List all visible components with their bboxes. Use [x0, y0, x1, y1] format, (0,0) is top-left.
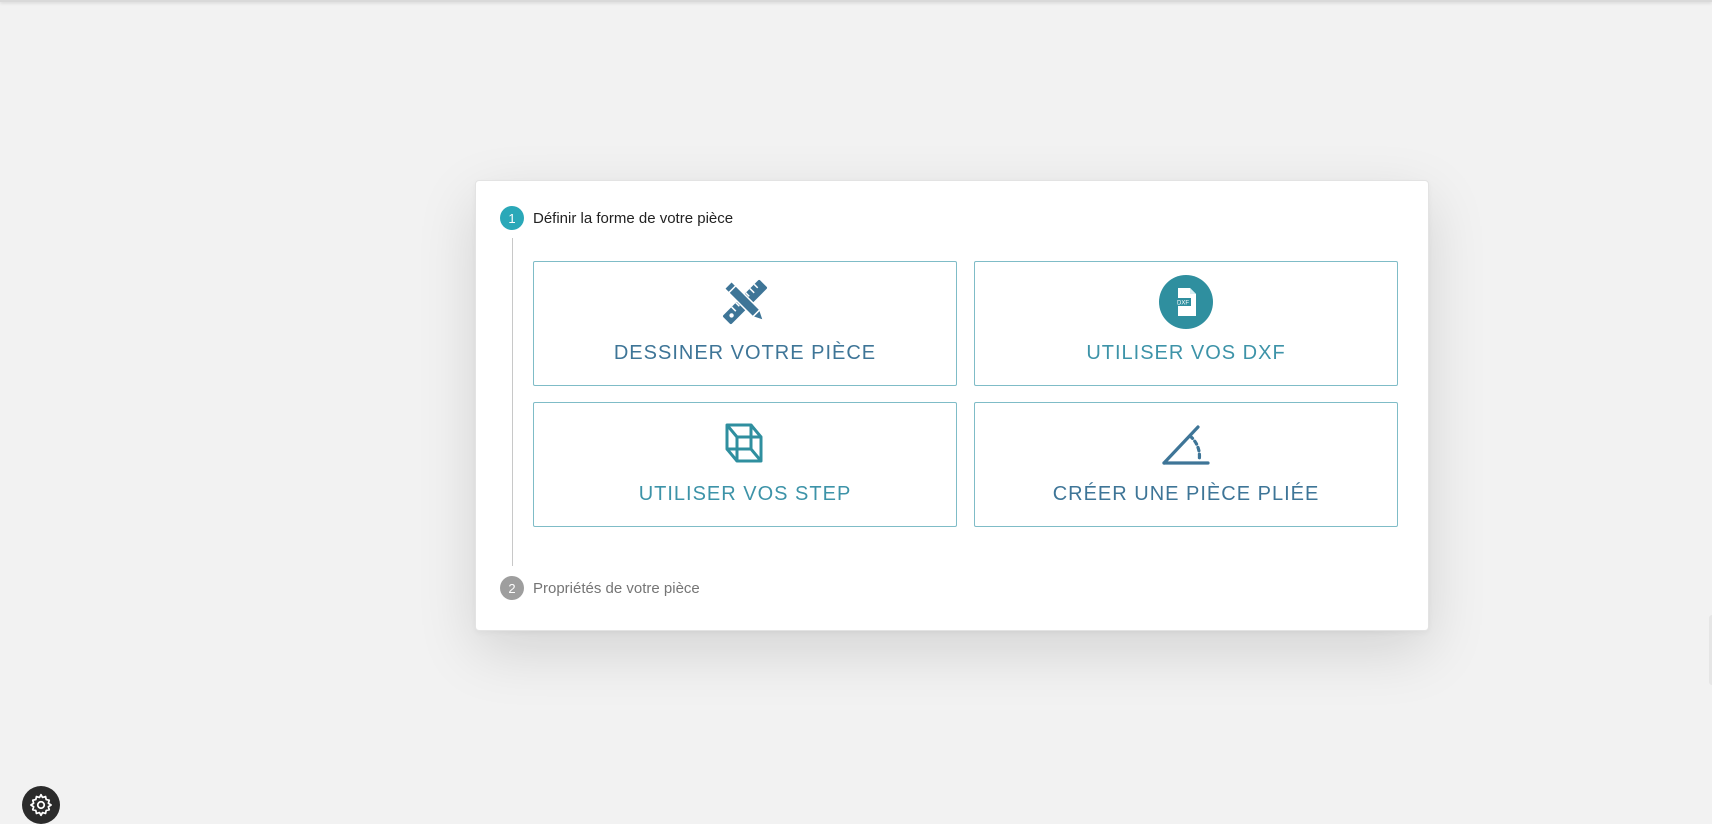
- use-dxf-button[interactable]: DXF UTILISER VOS DXF: [974, 261, 1398, 386]
- use-step-label: UTILISER VOS STEP: [638, 483, 852, 505]
- gear-icon: [30, 793, 52, 817]
- dxf-file-icon: DXF: [1159, 275, 1213, 329]
- shape-options: DESSINER VOTRE PIÈCE DXF UTILISER VOS DX…: [533, 261, 1398, 527]
- use-dxf-label: UTILISER VOS DXF: [1086, 342, 1286, 364]
- draw-part-button[interactable]: DESSINER VOTRE PIÈCE: [533, 261, 957, 386]
- draw-part-label: DESSINER VOTRE PIÈCE: [613, 342, 877, 364]
- step-1-number: 1: [500, 206, 524, 230]
- pencil-ruler-icon: [722, 279, 768, 325]
- step-2-header[interactable]: 2 Propriétés de votre pièce: [500, 575, 700, 601]
- create-bent-part-button[interactable]: CRÉER UNE PIÈCE PLIÉE: [974, 402, 1398, 527]
- step-2-number: 2: [500, 576, 524, 600]
- 3d-cube-icon: [725, 423, 763, 463]
- dxf-icon-text: DXF: [1177, 300, 1189, 306]
- settings-button[interactable]: [22, 786, 60, 824]
- create-bent-part-label: CRÉER UNE PIÈCE PLIÉE: [1052, 483, 1320, 505]
- top-bar: [0, 0, 1712, 2]
- step-1-header[interactable]: 1 Définir la forme de votre pièce: [500, 205, 733, 231]
- use-step-button[interactable]: UTILISER VOS STEP: [533, 402, 957, 527]
- step-connector-line: [512, 238, 513, 566]
- step-1-label: Définir la forme de votre pièce: [533, 209, 734, 227]
- step-2-label: Propriétés de votre pièce: [533, 579, 700, 597]
- bend-angle-icon: [1162, 425, 1210, 465]
- stepper-card: 1 Définir la forme de votre pièce DESSIN…: [475, 180, 1429, 631]
